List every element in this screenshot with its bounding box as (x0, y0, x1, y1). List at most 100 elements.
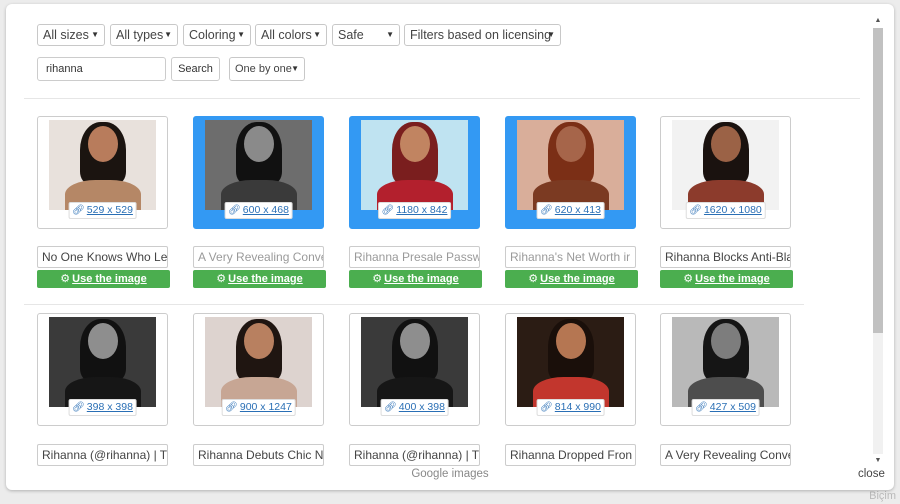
chevron-down-icon: ▼ (386, 30, 394, 39)
image-title-field[interactable]: Rihanna Dropped Fron (505, 444, 636, 466)
size-filter-select[interactable]: All sizes ▼ (37, 24, 105, 46)
image-card[interactable]: 🔗︎ 427 x 509 (660, 313, 791, 426)
image-card[interactable]: 🔗︎ 400 x 398 (349, 313, 480, 426)
use-image-button[interactable]: ⚙ Use the image (505, 270, 638, 288)
image-size-link[interactable]: 🔗︎ 900 x 1247 (221, 399, 296, 416)
image-card[interactable]: 🔗︎ 1620 x 1080 (660, 116, 791, 229)
scrollbar-thumb[interactable] (873, 28, 883, 333)
scrollbar-track[interactable] (873, 28, 883, 454)
use-image-label: Use the image (228, 273, 303, 285)
chevron-down-icon: ▼ (547, 30, 555, 39)
image-size-text: 1620 x 1080 (703, 204, 762, 216)
gear-icon: ⚙ (216, 273, 227, 285)
image-size-text: 529 x 529 (86, 204, 133, 216)
image-card[interactable]: 🔗︎ 1180 x 842 (349, 116, 480, 229)
image-search-modal: All sizes ▼ All types ▼ Coloring ▼ All colo… (6, 4, 894, 490)
thumbnail-face (87, 126, 118, 162)
image-thumbnail[interactable] (517, 120, 624, 210)
chevron-down-icon: ▼ (291, 64, 299, 73)
thumbnail-face (243, 126, 274, 162)
chevron-down-icon: ▼ (313, 30, 321, 39)
image-size-link[interactable]: 🔗︎ 1180 x 842 (377, 202, 452, 219)
image-size-link[interactable]: 🔗︎ 620 x 413 (536, 202, 605, 219)
image-size-text: 398 x 398 (86, 401, 133, 413)
image-thumbnail[interactable] (361, 120, 468, 210)
size-filter-value: All sizes (43, 28, 89, 42)
vertical-scrollbar[interactable]: ▲ ▼ (872, 14, 884, 466)
image-title-field[interactable]: A Very Revealing Conve (660, 444, 791, 466)
use-image-button[interactable]: ⚙ Use the image (349, 270, 482, 288)
type-filter-select[interactable]: All types ▼ (110, 24, 178, 46)
link-icon: 🔗︎ (384, 402, 397, 413)
use-image-label: Use the image (384, 273, 459, 285)
safe-search-select[interactable]: Safe ▼ (332, 24, 400, 46)
image-thumbnail[interactable] (672, 120, 779, 210)
image-size-link[interactable]: 🔗︎ 1620 x 1080 (685, 202, 766, 219)
use-image-label: Use the image (72, 273, 147, 285)
mode-select[interactable]: One by one ▼ (229, 57, 305, 81)
image-thumbnail[interactable] (672, 317, 779, 407)
image-size-link[interactable]: 🔗︎ 398 x 398 (68, 399, 137, 416)
image-title-field[interactable]: A Very Revealing Conve (193, 246, 324, 268)
thumbnail-face (555, 126, 586, 162)
chevron-down-icon: ▼ (164, 30, 172, 39)
thumbnail-face (399, 126, 430, 162)
use-image-label: Use the image (695, 273, 770, 285)
coloring-filter-select[interactable]: Coloring ▼ (183, 24, 251, 46)
image-size-text: 620 x 413 (554, 204, 601, 216)
image-card[interactable]: 🔗︎ 600 x 468 (193, 116, 324, 229)
image-card[interactable]: 🔗︎ 529 x 529 (37, 116, 168, 229)
image-title-field[interactable]: Rihanna (@rihanna) | T (349, 444, 480, 466)
scroll-up-icon[interactable]: ▲ (872, 16, 884, 26)
image-size-link[interactable]: 🔗︎ 529 x 529 (68, 202, 137, 219)
image-card[interactable]: 🔗︎ 398 x 398 (37, 313, 168, 426)
link-icon: 🔗︎ (228, 205, 241, 216)
image-thumbnail[interactable] (205, 120, 312, 210)
divider (24, 304, 804, 305)
scroll-down-icon[interactable]: ▼ (872, 456, 884, 466)
image-card[interactable]: 🔗︎ 814 x 990 (505, 313, 636, 426)
footer-source-label: Google images (411, 468, 489, 480)
search-button[interactable]: Search (171, 57, 220, 81)
color-filter-select[interactable]: All colors ▼ (255, 24, 327, 46)
search-input[interactable] (37, 57, 166, 81)
link-icon: 🔗︎ (72, 402, 85, 413)
image-thumbnail[interactable] (49, 120, 156, 210)
use-image-button[interactable]: ⚙ Use the image (37, 270, 170, 288)
thumbnail-face (710, 323, 741, 359)
use-image-button[interactable]: ⚙ Use the image (193, 270, 326, 288)
type-filter-value: All types (116, 28, 164, 42)
link-icon: 🔗︎ (225, 402, 238, 413)
safe-search-value: Safe (338, 28, 364, 42)
image-size-link[interactable]: 🔗︎ 400 x 398 (380, 399, 449, 416)
image-thumbnail[interactable] (205, 317, 312, 407)
use-image-button[interactable]: ⚙ Use the image (660, 270, 793, 288)
image-size-text: 900 x 1247 (239, 401, 292, 413)
image-size-link[interactable]: 🔗︎ 814 x 990 (536, 399, 605, 416)
image-size-link[interactable]: 🔗︎ 427 x 509 (691, 399, 760, 416)
thumbnail-face (87, 323, 118, 359)
image-thumbnail[interactable] (49, 317, 156, 407)
image-title-field[interactable]: Rihanna's Net Worth ir (505, 246, 636, 268)
gear-icon: ⚙ (683, 273, 694, 285)
image-title-field[interactable]: Rihanna Debuts Chic N (193, 444, 324, 466)
image-thumbnail[interactable] (517, 317, 624, 407)
image-card[interactable]: 🔗︎ 900 x 1247 (193, 313, 324, 426)
image-size-text: 600 x 468 (242, 204, 289, 216)
image-size-link[interactable]: 🔗︎ 600 x 468 (224, 202, 293, 219)
licensing-filter-select[interactable]: Filters based on licensing ▼ (404, 24, 561, 46)
thumbnail-face (399, 323, 430, 359)
modal-scroll-area[interactable]: All sizes ▼ All types ▼ Coloring ▼ All colo… (6, 4, 872, 466)
image-title-field[interactable]: Rihanna Presale Passw (349, 246, 480, 268)
close-link[interactable]: close (858, 468, 885, 480)
image-size-text: 1180 x 842 (396, 204, 448, 216)
image-thumbnail[interactable] (361, 317, 468, 407)
image-title-field[interactable]: Rihanna (@rihanna) | T (37, 444, 168, 466)
image-title-field[interactable]: No One Knows Who Le (37, 246, 168, 268)
chevron-down-icon: ▼ (91, 30, 99, 39)
image-card[interactable]: 🔗︎ 620 x 413 (505, 116, 636, 229)
link-icon: 🔗︎ (381, 205, 395, 216)
image-title-field[interactable]: Rihanna Blocks Anti-Bla (660, 246, 791, 268)
link-icon: 🔗︎ (540, 402, 553, 413)
image-size-text: 814 x 990 (554, 401, 601, 413)
